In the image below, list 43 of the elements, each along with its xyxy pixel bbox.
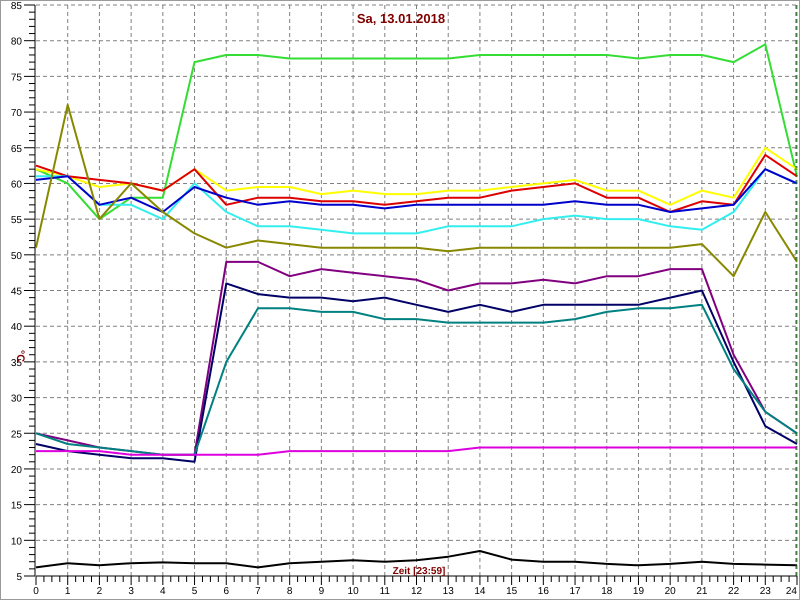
x-tick-label: 11 bbox=[380, 586, 390, 597]
y-tick-label: 75 bbox=[10, 72, 22, 84]
y-tick-label: 70 bbox=[10, 108, 22, 120]
y-tick-label: 80 bbox=[10, 36, 22, 48]
x-tick-label: 12 bbox=[410, 586, 422, 597]
x-tick-label: 14 bbox=[474, 586, 486, 597]
y-tick-label: 55 bbox=[10, 215, 22, 226]
x-tick-label: 2 bbox=[96, 586, 102, 597]
x-tick-label: 21 bbox=[696, 586, 708, 597]
x-tick-label: 4 bbox=[160, 586, 166, 597]
y-tick-label: 25 bbox=[10, 429, 22, 440]
x-tick-label: 7 bbox=[255, 586, 261, 597]
x-tick-label: 22 bbox=[728, 586, 740, 597]
y-tick-label: 40 bbox=[10, 322, 22, 334]
y-tick-label: 10 bbox=[10, 536, 22, 548]
x-tick-label: 8 bbox=[286, 586, 292, 597]
x-tick-label: 1 bbox=[64, 586, 70, 597]
y-tick-label: 85 bbox=[10, 1, 22, 12]
x-tick-label: 15 bbox=[506, 586, 518, 597]
x-tick-label: 16 bbox=[538, 586, 549, 597]
x-tick-label: 6 bbox=[223, 586, 230, 597]
y-tick-label: 65 bbox=[10, 144, 22, 155]
y-tick-label: 50 bbox=[10, 250, 22, 262]
x-tick-label: 17 bbox=[569, 586, 581, 597]
y-tick-label: 5 bbox=[16, 572, 22, 583]
x-tick-label: 20 bbox=[664, 586, 676, 597]
y-tick-label: 20 bbox=[10, 464, 22, 476]
x-tick-label: 5 bbox=[192, 586, 198, 597]
x-tick-label: 10 bbox=[348, 586, 359, 597]
x-tick-label: 24 bbox=[786, 586, 797, 597]
x-tick-label: 0 bbox=[33, 586, 39, 597]
x-tick-label: 3 bbox=[128, 586, 134, 597]
x-tick-label: 18 bbox=[601, 586, 612, 597]
y-tick-label: 15 bbox=[10, 500, 22, 512]
y-tick-label: 30 bbox=[10, 394, 22, 405]
x-tick-label: 19 bbox=[632, 586, 644, 597]
x-tick-label: 13 bbox=[442, 586, 454, 597]
x-tick-label: 9 bbox=[318, 586, 324, 597]
y-tick-label: 60 bbox=[10, 179, 22, 190]
x-axis-label: Zeit [23:59] bbox=[392, 566, 446, 577]
chart-title: Sa, 13.01.2018 bbox=[356, 11, 446, 26]
y-tick-label: 45 bbox=[10, 286, 22, 298]
x-tick-label: 23 bbox=[760, 586, 771, 597]
